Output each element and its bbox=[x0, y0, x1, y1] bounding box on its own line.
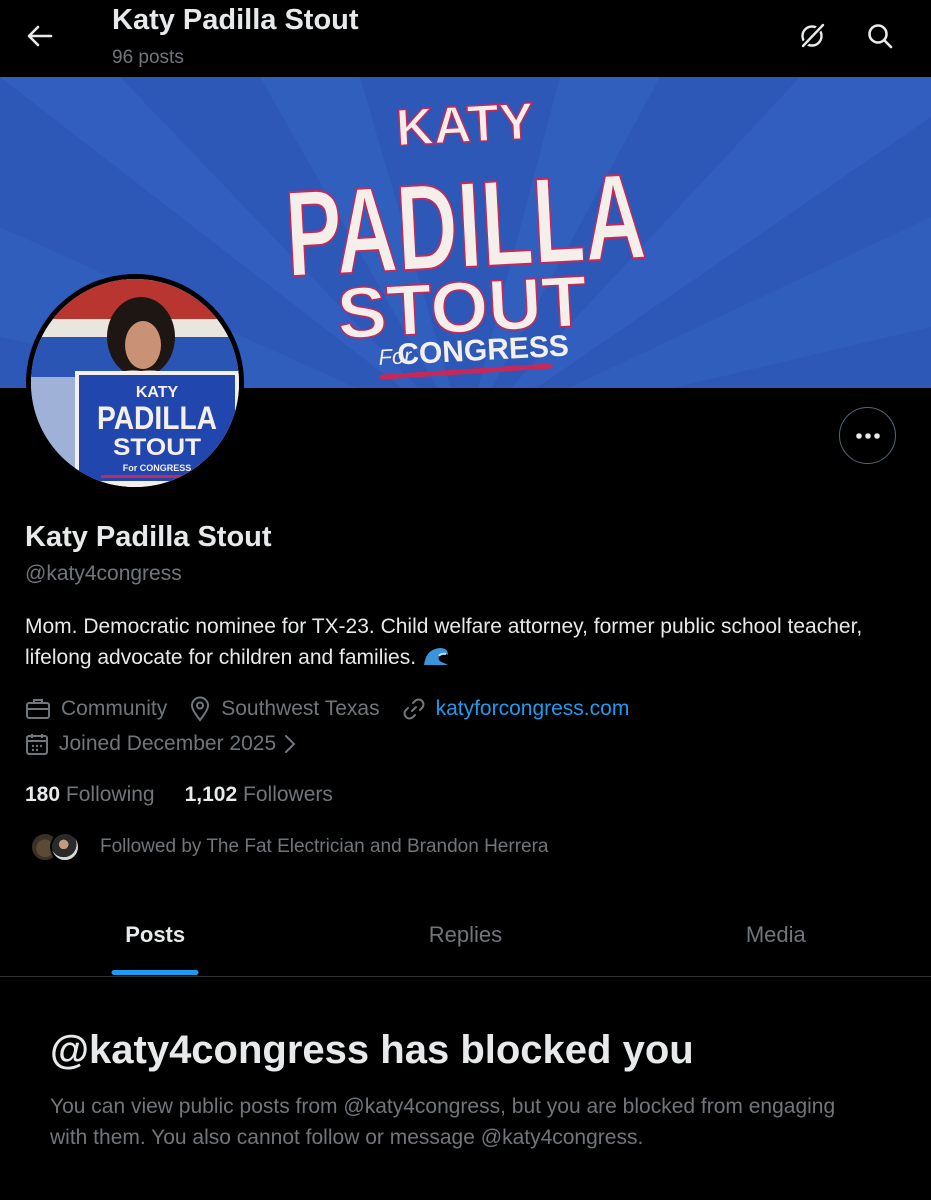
link-icon bbox=[403, 698, 425, 720]
search-button[interactable] bbox=[860, 16, 900, 56]
avatar-sign-line-1: KATY bbox=[136, 384, 179, 401]
profile-website-link[interactable]: katyforcongress.com bbox=[436, 697, 630, 721]
profile-location-label: Southwest Texas bbox=[221, 697, 380, 720]
profile-joined[interactable]: Joined December 2025 bbox=[25, 729, 296, 759]
following-label: Following bbox=[65, 783, 155, 806]
wave-emoji-icon bbox=[424, 648, 449, 665]
followed-by-text: Followed by The Fat Electrician and Bran… bbox=[100, 836, 549, 857]
chevron-right-icon bbox=[285, 735, 296, 753]
followers-count: 1,102 bbox=[184, 783, 238, 806]
avatar-sign-line-3: STOUT bbox=[113, 434, 201, 461]
blocked-message: You can view public posts from @katy4con… bbox=[50, 1095, 836, 1149]
profile-tabs: Posts Replies Media bbox=[0, 897, 931, 977]
tab-posts[interactable]: Posts bbox=[0, 897, 310, 976]
profile-joined-label: Joined December 2025 bbox=[59, 732, 277, 755]
tab-media[interactable]: Media bbox=[621, 897, 931, 976]
tab-posts-label: Posts bbox=[125, 921, 186, 947]
calendar-icon bbox=[26, 734, 48, 755]
arrow-left-icon bbox=[27, 25, 53, 47]
profile-website[interactable]: katyforcongress.com bbox=[402, 697, 630, 721]
tab-replies[interactable]: Replies bbox=[310, 897, 620, 976]
followers-count-link[interactable]: 1,102 Followers bbox=[185, 783, 333, 807]
avatar-illustration: KATY PADILLA STOUT For CONGRESS bbox=[31, 279, 239, 487]
header-title: Katy Padilla Stout bbox=[112, 4, 359, 36]
following-count: 180 bbox=[25, 783, 61, 806]
profile-avatar[interactable]: KATY PADILLA STOUT For CONGRESS bbox=[26, 274, 244, 492]
banner-line-1: KATY bbox=[395, 92, 536, 157]
grok-icon bbox=[799, 22, 826, 50]
profile-meta-row: Community Southwest Texas katyforcongres… bbox=[25, 694, 651, 724]
profile-bio: Mom. Democratic nominee for TX-23. Child… bbox=[25, 611, 915, 673]
tab-media-label: Media bbox=[745, 921, 806, 947]
profile-category-label: Community bbox=[61, 697, 168, 720]
search-icon bbox=[868, 24, 893, 49]
profile-category: Community bbox=[25, 697, 167, 721]
briefcase-icon bbox=[26, 699, 50, 719]
followed-by[interactable]: Followed by The Fat Electrician and Bran… bbox=[30, 832, 549, 862]
avatar-sign-line-4: For CONGRESS bbox=[123, 463, 192, 473]
header-post-count: 96 posts bbox=[112, 47, 184, 68]
avatar-photo: KATY PADILLA STOUT For CONGRESS bbox=[31, 279, 239, 487]
profile-handle: @katy4congress bbox=[25, 562, 182, 585]
tab-replies-label: Replies bbox=[428, 921, 503, 947]
location-pin-icon bbox=[191, 696, 210, 722]
more-dots-icon bbox=[855, 432, 880, 439]
avatar-sign-line-2: PADILLA bbox=[97, 400, 217, 436]
back-button[interactable] bbox=[20, 16, 60, 56]
profile-location: Southwest Texas bbox=[189, 696, 380, 722]
profile-stats: 180 Following 1,102 Followers bbox=[25, 783, 363, 807]
top-bar: Katy Padilla Stout 96 posts bbox=[0, 0, 931, 77]
profile-name: Katy Padilla Stout bbox=[25, 521, 272, 553]
follower-avatar-2 bbox=[50, 832, 80, 862]
more-options-button[interactable] bbox=[839, 407, 896, 464]
grok-button[interactable] bbox=[792, 16, 832, 56]
following-count-link[interactable]: 180 Following bbox=[25, 783, 155, 807]
blocked-title: @katy4congress has blocked you bbox=[50, 1028, 694, 1072]
active-tab-indicator bbox=[111, 970, 199, 975]
followers-label: Followers bbox=[243, 783, 333, 806]
